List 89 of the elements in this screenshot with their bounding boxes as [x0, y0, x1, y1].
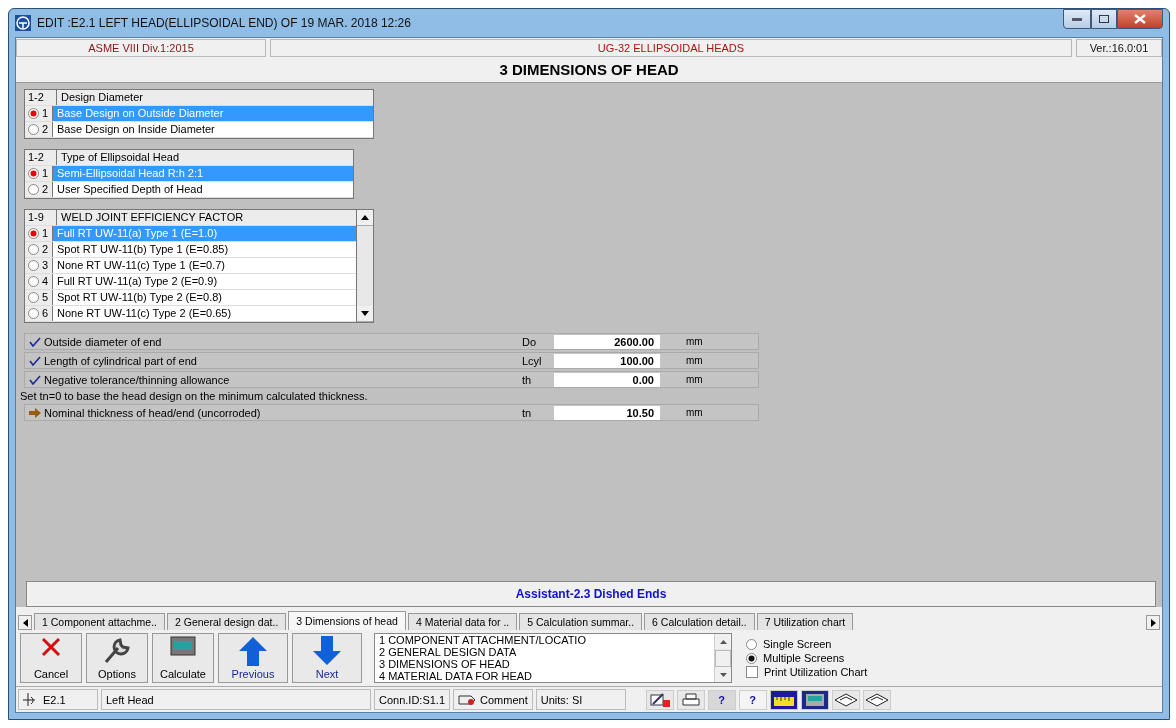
window-title: EDIT :E2.1 LEFT HEAD(ELLIPSOIDAL END) OF 19 MAR. 2018 12:26 — [37, 16, 412, 30]
mode-radio[interactable] — [746, 638, 757, 650]
units-label: Units: SI — [540, 693, 583, 706]
option-number: 1 — [42, 106, 53, 121]
list-item[interactable]: 2 GENERAL DESIGN DATA — [379, 646, 714, 658]
tab[interactable]: 6 Calculation detail.. — [644, 613, 755, 630]
checkbox-label: Print Utilization Chart — [764, 666, 868, 678]
down-triangle-icon[interactable] — [361, 311, 369, 316]
option-number: 2 — [42, 242, 53, 257]
up-triangle-icon[interactable] — [719, 639, 727, 644]
tab[interactable]: 4 Material data for .. — [407, 613, 518, 630]
range-label: 1-2 — [25, 90, 57, 105]
radio-button[interactable] — [28, 244, 39, 255]
comment-icon — [458, 693, 477, 706]
radio-button[interactable] — [28, 228, 39, 239]
list-title: Design Diameter — [57, 90, 373, 105]
cancel-button[interactable]: Cancel — [20, 633, 82, 683]
tab-scroll-left-button[interactable] — [18, 615, 32, 630]
wrench-icon — [102, 636, 132, 664]
list-item[interactable]: 1 COMPONENT ATTACHMENT/LOCATIO — [379, 634, 714, 646]
app-logo-icon — [15, 15, 31, 31]
range-label: 1-9 — [25, 210, 57, 225]
tab[interactable]: 2 General design dat.. — [167, 613, 287, 630]
tab[interactable]: 1 Component attachme.. — [34, 613, 165, 630]
assistant-bar: Assistant-2.3 Dished Ends — [26, 581, 1156, 607]
radio-label: Single Screen — [763, 638, 832, 650]
calculator-icon[interactable] — [800, 689, 829, 710]
page-heading: 3 DIMENSIONS OF HEAD — [16, 58, 1162, 83]
down-arrow-icon — [312, 636, 342, 666]
maximize-icon — [1099, 15, 1109, 23]
screen-list[interactable]: 1 COMPONENT ATTACHMENT/LOCATIO 2 GENERAL DESIGN DATA 3 DIMENSIONS OF HEAD 4 MATERIAL DATA FOR HEAD — [374, 633, 732, 683]
tab[interactable]: 5 Calculation summar.. — [519, 613, 643, 630]
tab-scroll-right-button[interactable] — [1146, 615, 1160, 630]
tab[interactable]: 3 Dimensions of head — [288, 611, 406, 630]
next-button[interactable]: Next — [292, 633, 362, 683]
option-number: 5 — [42, 290, 53, 305]
options-button[interactable]: Options — [86, 633, 148, 683]
mode-radio[interactable] — [746, 652, 757, 664]
radio-label: Multiple Screens — [763, 652, 845, 664]
list-title: WELD JOINT EFFICIENCY FACTOR — [57, 210, 356, 225]
previous-button[interactable]: Previous — [218, 633, 288, 683]
radio-button[interactable] — [28, 168, 39, 179]
option-number: 3 — [42, 258, 53, 273]
close-button[interactable] — [1117, 9, 1163, 29]
option-number: 4 — [42, 274, 53, 289]
option-number: 1 — [42, 166, 53, 181]
tab[interactable]: 7 Utilization chart — [756, 613, 854, 630]
option-number: 1 — [42, 226, 53, 241]
version-label: Ver.:16.0:01 — [1076, 39, 1162, 57]
range-label: 1-2 — [25, 150, 57, 165]
code-label: ASME VIII Div.1:2015 — [16, 39, 266, 57]
cross-icon — [40, 636, 62, 658]
scrollbar[interactable] — [714, 634, 731, 682]
hint-text: Set tn=0 to base the head design on the minimum calculated thickness. — [20, 390, 369, 402]
close-icon — [1134, 14, 1146, 24]
minimize-button[interactable] — [1063, 9, 1091, 29]
right-triangle-icon — [1150, 618, 1156, 627]
list-title: Type of Ellipsoidal Head — [57, 150, 353, 165]
radio-button[interactable] — [28, 108, 39, 119]
radio-button[interactable] — [28, 308, 39, 319]
scrollbar[interactable] — [357, 209, 374, 323]
calculator-icon — [170, 636, 196, 656]
help-button[interactable]: ? — [707, 689, 736, 710]
radio-button[interactable] — [28, 184, 39, 195]
up-arrow-icon — [238, 636, 268, 666]
component-name: Left Head — [106, 693, 154, 706]
help-button[interactable]: ? — [738, 689, 767, 710]
checkbox[interactable] — [746, 666, 758, 678]
calculate-button[interactable]: Calculate — [152, 633, 214, 683]
component-id: E2.1 — [43, 693, 66, 706]
option-number: 2 — [42, 182, 53, 197]
comment-label: Comment — [480, 693, 528, 706]
maximize-button[interactable] — [1091, 9, 1117, 29]
printer-icon[interactable] — [676, 689, 705, 710]
up-triangle-icon[interactable] — [361, 215, 369, 220]
connection-id: Conn.ID:S1.1 — [379, 693, 446, 706]
left-triangle-icon — [22, 618, 28, 627]
radio-button[interactable] — [28, 276, 39, 287]
section-label: UG-32 ELLIPSOIDAL HEADS — [270, 39, 1072, 57]
radio-button[interactable] — [28, 124, 39, 135]
list-item[interactable]: 4 MATERIAL DATA FOR HEAD — [379, 670, 714, 682]
radio-button[interactable] — [28, 260, 39, 271]
minimize-icon — [1072, 17, 1082, 21]
down-triangle-icon[interactable] — [719, 672, 727, 677]
ruler-icon[interactable] — [769, 689, 798, 710]
list-item[interactable]: 3 DIMENSIONS OF HEAD — [379, 658, 714, 670]
option-number: 2 — [42, 122, 53, 137]
radio-button[interactable] — [28, 292, 39, 303]
edit-icon[interactable] — [645, 689, 674, 710]
